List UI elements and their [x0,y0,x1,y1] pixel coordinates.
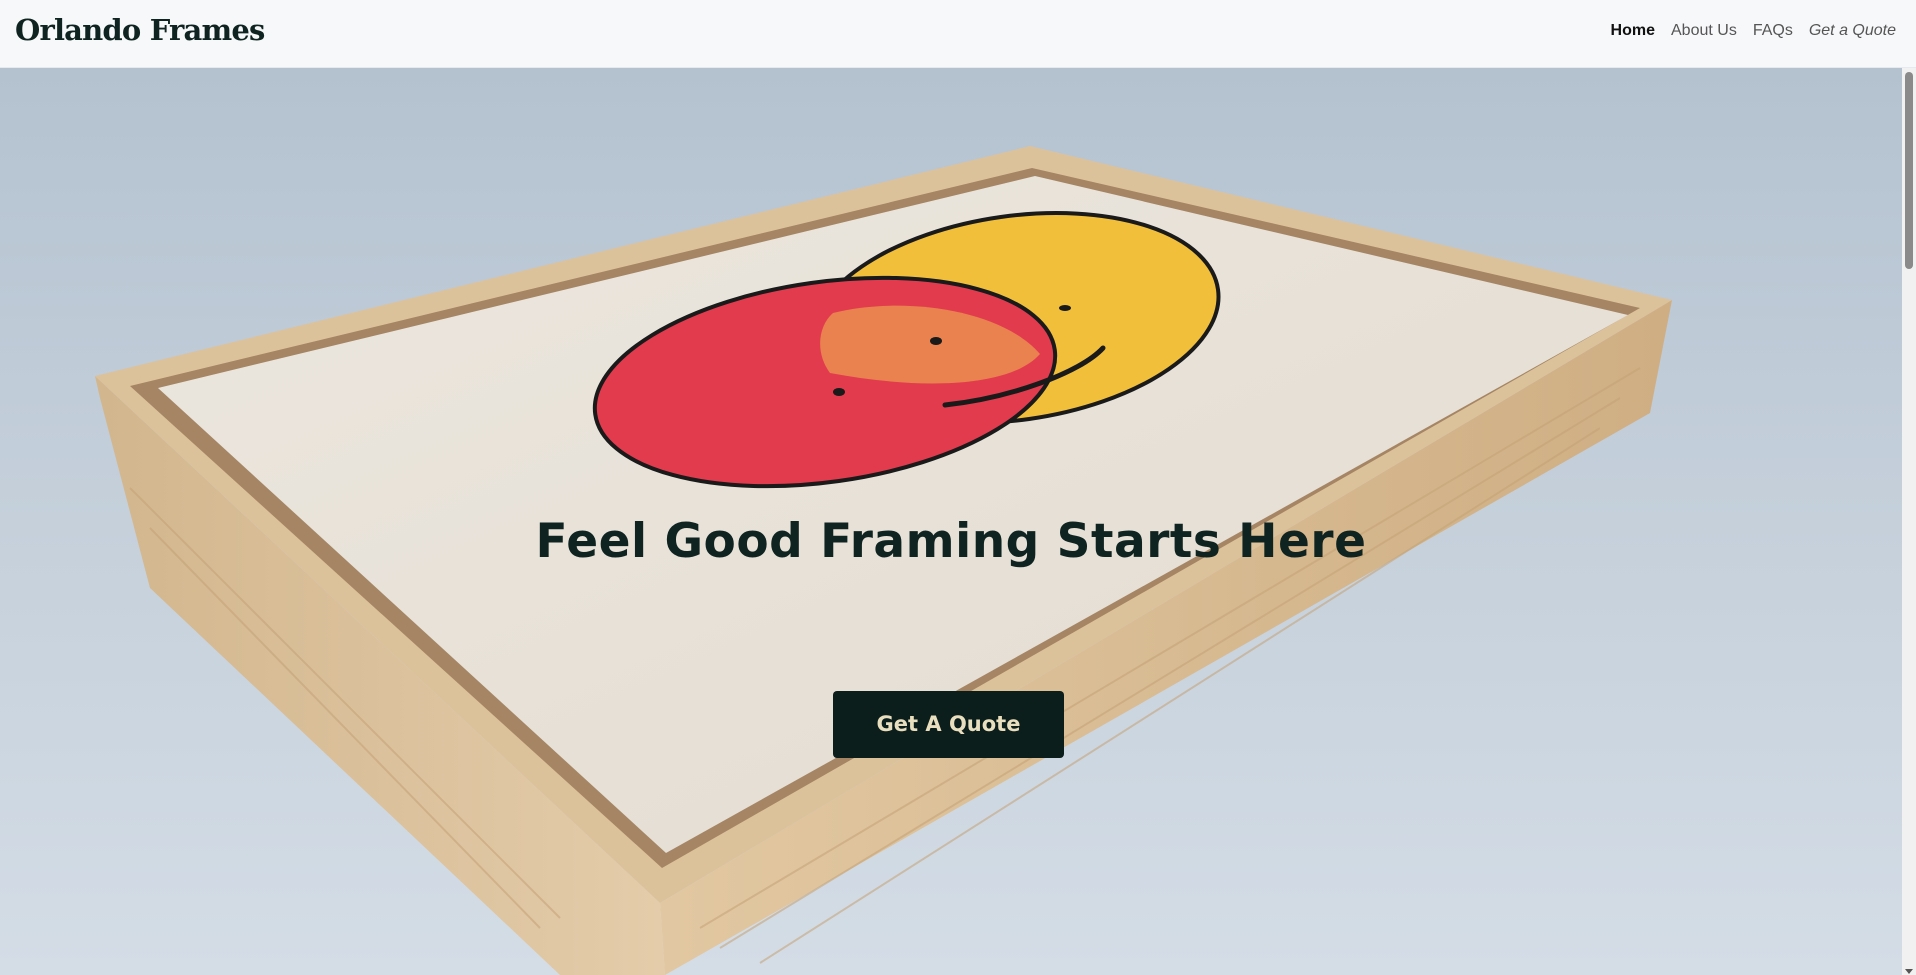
nav-home-link[interactable]: Home [1611,20,1655,42]
nav-get-quote-link[interactable]: Get a Quote [1809,20,1896,42]
nav-about-link[interactable]: About Us [1671,20,1737,42]
main-nav: Home About Us FAQs Get a Quote [1611,20,1896,42]
top-navbar: Orlando Frames Home About Us FAQs Get a … [0,0,1916,68]
site-logo[interactable]: Orlando Frames [15,10,265,50]
hero-section: Feel Good Framing Starts Here Get A Quot… [0,68,1902,975]
page-scrollbar[interactable] [1902,68,1916,975]
scrollbar-thumb[interactable] [1905,72,1913,269]
nav-faqs-link[interactable]: FAQs [1753,20,1793,42]
hero-headline: Feel Good Framing Starts Here [535,514,1367,569]
scroll-down-arrow-icon[interactable] [1905,969,1913,974]
get-quote-button[interactable]: Get A Quote [833,691,1064,758]
